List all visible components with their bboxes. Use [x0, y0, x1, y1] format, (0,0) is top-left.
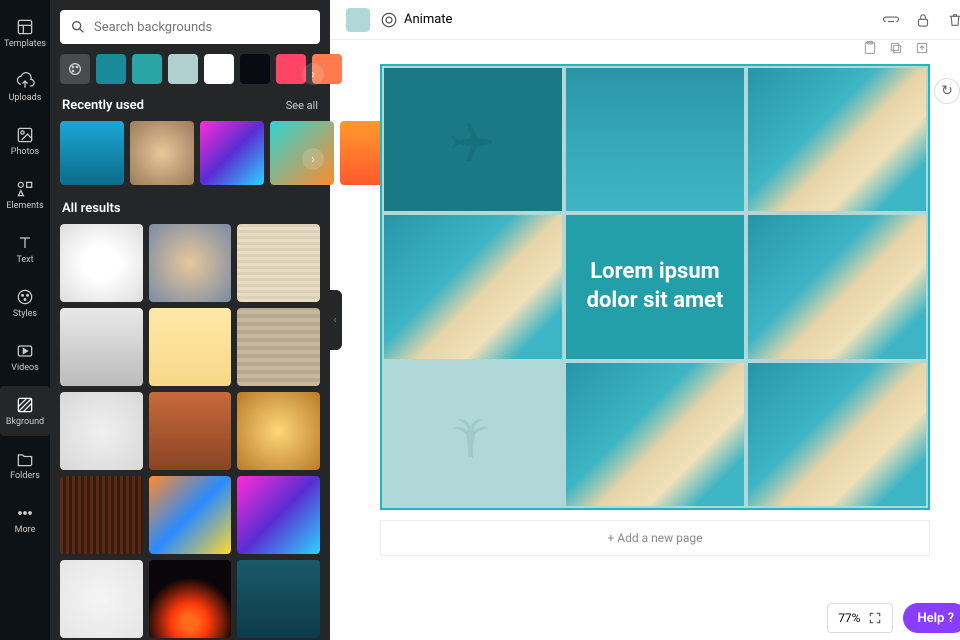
result-thumb[interactable]: [237, 224, 320, 302]
rail-more[interactable]: More: [0, 494, 50, 544]
result-thumb[interactable]: [237, 308, 320, 386]
result-thumb[interactable]: [149, 476, 232, 554]
tool-rail: Templates Uploads Photos Elements Text S…: [0, 0, 50, 640]
grid-cell-6[interactable]: [748, 215, 926, 358]
plane-icon: [448, 115, 498, 165]
result-thumb[interactable]: [149, 392, 232, 470]
grid-cell-5[interactable]: Lorem ipsum dolor sit amet: [566, 215, 744, 358]
grid-cell-9[interactable]: [748, 363, 926, 506]
color-swatch[interactable]: [168, 54, 198, 84]
color-swatch[interactable]: [276, 54, 306, 84]
search-icon: [70, 19, 86, 35]
zoom-value: 77%: [838, 611, 860, 625]
results-heading: All results: [62, 201, 121, 216]
recent-heading: Recently used: [62, 98, 144, 113]
recent-thumb[interactable]: [200, 121, 264, 185]
recent-thumb[interactable]: [130, 121, 194, 185]
backgrounds-panel: › Recently usedSee all › All results ‹: [50, 0, 330, 640]
grid-cell-2[interactable]: [566, 68, 744, 211]
recent-next-button[interactable]: ›: [302, 148, 324, 170]
result-thumb[interactable]: [60, 392, 143, 470]
result-thumb[interactable]: [237, 560, 320, 638]
rail-videos[interactable]: Videos: [0, 332, 50, 382]
background-color-swatch[interactable]: [346, 8, 370, 32]
grid-cell-1[interactable]: [384, 68, 562, 211]
result-thumb[interactable]: [237, 476, 320, 554]
rail-uploads[interactable]: Uploads: [0, 62, 50, 112]
result-thumb[interactable]: [149, 308, 232, 386]
lock-icon[interactable]: [914, 11, 932, 29]
rail-styles[interactable]: Styles: [0, 278, 50, 328]
see-all-link[interactable]: See all: [286, 99, 318, 112]
rail-templates[interactable]: Templates: [0, 8, 50, 58]
rail-folders[interactable]: Folders: [0, 440, 50, 490]
grid-cell-7[interactable]: [384, 363, 562, 506]
grid-cell-4[interactable]: [384, 215, 562, 358]
color-swatch[interactable]: [204, 54, 234, 84]
rail-background[interactable]: Bkground: [0, 386, 50, 436]
add-page-button[interactable]: + Add a new page: [380, 520, 930, 556]
animate-button[interactable]: Animate: [380, 11, 452, 29]
palm-icon: [445, 406, 501, 462]
page-upload-icon[interactable]: [914, 40, 930, 56]
canvas-area: Animate Lorem ipsum dolor sit amet: [330, 0, 960, 640]
page-duplicate-icon[interactable]: [888, 40, 904, 56]
page-controls: [862, 40, 930, 56]
page: Lorem ipsum dolor sit amet ↻: [380, 64, 930, 510]
result-thumb[interactable]: [149, 560, 232, 638]
context-toolbar: Animate: [330, 0, 960, 40]
search-box[interactable]: [60, 10, 320, 44]
help-button[interactable]: Help ?: [903, 603, 960, 633]
results-grid: [60, 224, 320, 638]
result-thumb[interactable]: [60, 308, 143, 386]
recent-row: ›: [50, 121, 330, 197]
recent-thumb[interactable]: [270, 121, 334, 185]
page-notes-icon[interactable]: [862, 40, 878, 56]
animate-icon: [380, 11, 398, 29]
swatch-next-button[interactable]: ›: [302, 63, 324, 85]
recent-thumb[interactable]: [60, 121, 124, 185]
zoom-control[interactable]: 77%: [827, 603, 893, 633]
animate-label: Animate: [404, 12, 452, 27]
color-swatch[interactable]: [132, 54, 162, 84]
result-thumb[interactable]: [149, 224, 232, 302]
trash-icon[interactable]: [946, 11, 960, 29]
color-edit-button[interactable]: [60, 54, 90, 84]
result-thumb[interactable]: [60, 224, 143, 302]
stage[interactable]: Lorem ipsum dolor sit amet ↻ + Add a new…: [330, 40, 960, 596]
color-swatch-row: ›: [50, 54, 330, 94]
result-thumb[interactable]: [237, 392, 320, 470]
design-grid[interactable]: Lorem ipsum dolor sit amet: [380, 64, 930, 510]
rail-text[interactable]: Text: [0, 224, 50, 274]
grid-cell-8[interactable]: [566, 363, 744, 506]
position-icon[interactable]: [882, 11, 900, 29]
rail-photos[interactable]: Photos: [0, 116, 50, 166]
center-text: Lorem ipsum dolor sit amet: [576, 258, 734, 315]
grid-cell-3[interactable]: [748, 68, 926, 211]
result-thumb[interactable]: [60, 560, 143, 638]
color-swatch[interactable]: [240, 54, 270, 84]
result-thumb[interactable]: [60, 476, 143, 554]
refresh-button[interactable]: ↻: [934, 78, 960, 104]
color-swatch[interactable]: [96, 54, 126, 84]
search-input[interactable]: [94, 20, 310, 35]
footer: 77% Help ?: [330, 596, 960, 640]
rail-elements[interactable]: Elements: [0, 170, 50, 220]
fullscreen-icon: [868, 611, 882, 625]
